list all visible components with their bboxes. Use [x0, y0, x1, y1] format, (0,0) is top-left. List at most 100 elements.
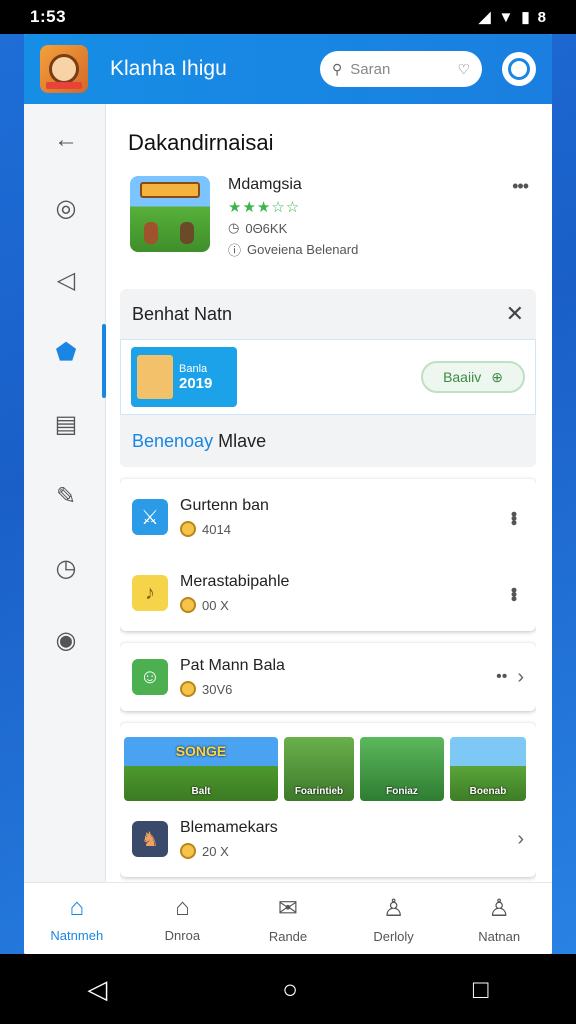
- featured-list: SONGE Balt Foarintieb Foniaz Boenab ♞ Ble…: [120, 723, 536, 877]
- clock-icon[interactable]: ◷: [50, 552, 82, 584]
- compass-icon[interactable]: ◎: [50, 192, 82, 224]
- system-nav-bar: ◁ ○ □: [0, 954, 576, 1024]
- banner-tile[interactable]: SONGE Balt: [124, 737, 278, 801]
- speaker-icon[interactable]: ◁: [50, 264, 82, 296]
- nav-item-store[interactable]: ⌂ Dnroa: [130, 883, 236, 954]
- shield-icon[interactable]: ⬟: [50, 336, 82, 368]
- coin-icon: [180, 843, 196, 859]
- mail-icon: ✉: [277, 894, 299, 922]
- list-item[interactable]: ⚔ Gurtenn ban 4014 •••: [120, 479, 536, 555]
- nav-item-home[interactable]: ⌂ Natnmeh: [24, 883, 130, 954]
- offer-panel-title: Benhat Natn: [132, 303, 233, 324]
- trumpet-icon: ♪: [132, 575, 168, 611]
- sword-icon: ⚔: [132, 499, 168, 535]
- status-time: 1:53: [30, 7, 67, 26]
- item-meta: 4014: [180, 521, 503, 537]
- app-window: Klanha Ihigu ⚲ Saran ♡ ← ◎ ◁ ⬟ ▤ ✎ ◷ ◉ D…: [24, 34, 552, 954]
- search-placeholder: Saran: [350, 60, 391, 78]
- home-circle-icon[interactable]: ○: [282, 974, 298, 1005]
- recents-square-icon[interactable]: □: [473, 974, 489, 1005]
- store-icon: ⌂: [175, 894, 190, 921]
- profile-button[interactable]: [502, 52, 536, 86]
- game-list: ☺ Pat Mann Bala 30V6 •• ›: [120, 643, 536, 711]
- list-item[interactable]: ♞ Blemamekars 20 Χ ›: [120, 801, 536, 877]
- banner-tile[interactable]: Boenab: [450, 737, 526, 801]
- nav-item-friends[interactable]: ♙ Derloly: [341, 883, 447, 954]
- status-bar: 1:53 ◢ ▼ ▮ 8: [0, 0, 576, 34]
- character-icon: ☺: [132, 659, 168, 695]
- game-info: Mdamgsia ★★★☆☆ ◷ 0Θ6ΚΚ ⓘ Goveiena Belenard: [228, 176, 358, 259]
- webcam-icon[interactable]: ◉: [50, 624, 82, 656]
- plus-icon: ⊕: [491, 368, 503, 385]
- item-meta: 00 Χ: [180, 597, 503, 613]
- app-header: Klanha Ihigu ⚲ Saran ♡: [24, 34, 552, 104]
- item-meta: 30V6: [180, 681, 496, 697]
- calendar-icon[interactable]: ▤: [50, 408, 82, 440]
- item-title: Blemamekars: [180, 819, 278, 836]
- get-button[interactable]: Baaiiv ⊕: [421, 361, 525, 393]
- banner-tile[interactable]: Foarintieb: [284, 737, 354, 801]
- wifi-icon: ▼: [498, 8, 514, 26]
- person-icon: ♙: [382, 894, 405, 922]
- sidebar: ← ◎ ◁ ⬟ ▤ ✎ ◷ ◉: [24, 104, 106, 882]
- offer-panel: Benhat Natn ✕ Banla 2019 Baaiiv ⊕ Benenoay…: [120, 289, 536, 467]
- warrior-icon: ♞: [132, 821, 168, 857]
- promo-label: Banla: [179, 362, 208, 375]
- coin-icon: [180, 597, 196, 613]
- app-title: Klanha Ihigu: [110, 57, 227, 80]
- nav-item-profile[interactable]: ♙ Natnan: [446, 883, 552, 954]
- featured-game[interactable]: Mdamgsia ★★★☆☆ ◷ 0Θ6ΚΚ ⓘ Goveiena Belenard…: [130, 176, 536, 259]
- sidebar-active-indicator: [102, 324, 106, 398]
- heart-icon[interactable]: ♡: [457, 61, 470, 78]
- more-dots-icon[interactable]: ••: [496, 668, 507, 686]
- bottom-navigation: ⌂ Natnmeh ⌂ Dnroa ✉ Rande ♙ Derloly ♙ Natnan: [24, 882, 552, 954]
- list-item[interactable]: ♪ Merastabipahle 00 Χ •••: [120, 555, 536, 631]
- main-content: Dakandirnaisai Mdamgsia ★★★☆☆ ◷ 0Θ6ΚΚ ⓘ Go…: [120, 104, 536, 882]
- item-title: Merastabipahle: [180, 573, 290, 590]
- game-developer: ⓘ Goveiena Belenard: [228, 242, 359, 258]
- search-icon: ⚲: [332, 60, 343, 77]
- banner-tile[interactable]: Foniaz: [360, 737, 444, 801]
- coin-icon: [180, 521, 196, 537]
- back-icon[interactable]: ←: [50, 124, 82, 156]
- chevron-right-icon[interactable]: ›: [517, 666, 524, 689]
- signal-icon: ◢: [478, 9, 491, 26]
- kebab-menu-icon[interactable]: •••: [503, 511, 524, 524]
- offer-panel-header: Benhat Natn ✕: [120, 289, 536, 339]
- section-text: Mlave: [218, 430, 267, 451]
- section-highlight: Benenoay: [132, 430, 214, 451]
- edit-icon[interactable]: ✎: [50, 480, 82, 512]
- banner-strip: SONGE Balt Foarintieb Foniaz Boenab: [120, 723, 536, 801]
- item-title: Gurtenn ban: [180, 497, 269, 514]
- search-box[interactable]: ⚲ Saran ♡: [320, 51, 482, 87]
- offer-row: Banla 2019 Baaiiv ⊕: [120, 339, 536, 415]
- game-downloads: ◷ 0Θ6ΚΚ: [228, 220, 288, 236]
- profile-icon: ♙: [488, 894, 510, 922]
- kebab-menu-icon[interactable]: •••: [503, 587, 524, 600]
- game-list: ⚔ Gurtenn ban 4014 ••• ♪ Merastabipahle 00…: [120, 479, 536, 631]
- promo-tile[interactable]: Banla 2019: [131, 347, 237, 407]
- more-options-icon[interactable]: •••: [512, 176, 529, 197]
- profile-icon: [508, 58, 530, 80]
- back-triangle-icon[interactable]: ◁: [87, 974, 107, 1005]
- nav-item-messages[interactable]: ✉ Rande: [235, 883, 341, 954]
- section-label: Benenoay Mlave: [120, 415, 536, 467]
- battery-level: 8: [537, 8, 546, 26]
- app-logo[interactable]: [40, 45, 88, 93]
- clock-small-icon: ◷: [228, 220, 240, 235]
- game-rating: ★★★☆☆: [228, 199, 301, 216]
- page-title: Dakandirnaisai: [128, 130, 274, 155]
- battery-icon: ▮: [521, 9, 530, 26]
- status-icons: ◢ ▼ ▮ 8: [478, 8, 546, 27]
- list-item[interactable]: ☺ Pat Mann Bala 30V6 •• ›: [120, 643, 536, 711]
- info-icon: ⓘ: [228, 243, 242, 258]
- item-title: Pat Mann Bala: [180, 657, 285, 674]
- chevron-right-icon[interactable]: ›: [517, 828, 524, 851]
- item-meta: 20 Χ: [180, 843, 517, 859]
- game-name: Mdamgsia: [228, 176, 302, 193]
- coin-icon: [180, 681, 196, 697]
- game-thumbnail[interactable]: [130, 176, 210, 252]
- promo-year: 2019: [179, 374, 213, 392]
- home-icon: ⌂: [69, 894, 85, 921]
- close-icon[interactable]: ✕: [506, 301, 524, 327]
